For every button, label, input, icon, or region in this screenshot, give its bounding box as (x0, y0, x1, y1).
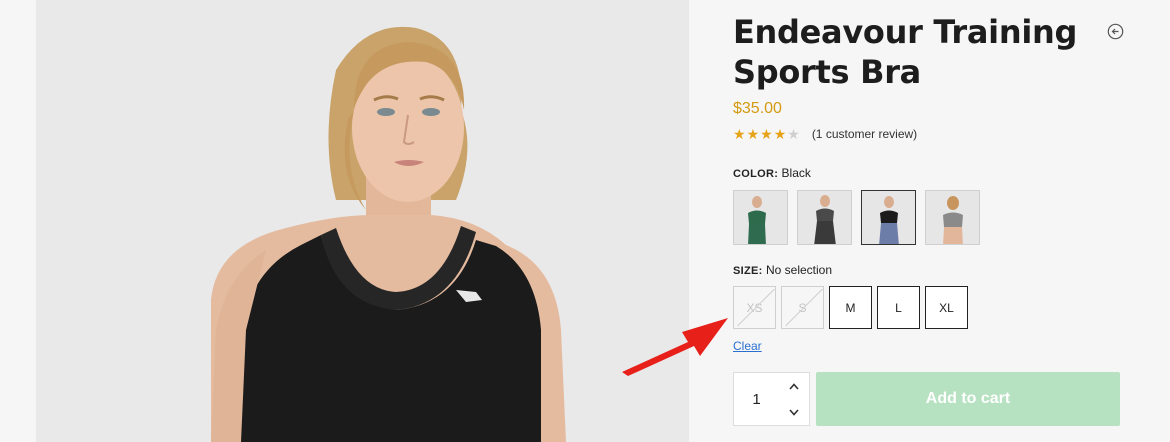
product-image[interactable] (36, 0, 689, 442)
chevron-up-icon[interactable] (779, 373, 809, 399)
circle-arrow-left-icon[interactable] (1107, 23, 1124, 40)
swatch-thumbnail (926, 191, 979, 244)
product-title: Endeavour Training Sports Bra (733, 13, 1078, 91)
add-to-cart-button[interactable]: Add to cart (816, 372, 1120, 426)
star-icon: ★ (773, 126, 787, 142)
size-label: SIZE: No selection (733, 263, 832, 277)
size-option-l[interactable]: L (877, 286, 920, 329)
star-icon: ★ (733, 126, 746, 142)
size-option-xs[interactable]: XS (733, 286, 776, 329)
star-icon: ★ (787, 126, 800, 142)
swatch-thumbnail (734, 191, 787, 244)
quantity-arrows (779, 373, 809, 425)
color-selected-value: Black (781, 166, 811, 180)
swatch-black[interactable] (861, 190, 916, 245)
color-label-key: COLOR: (733, 168, 779, 180)
swatch-thumbnail (798, 191, 851, 244)
quantity-input[interactable]: 1 (734, 373, 779, 425)
chevron-down-icon[interactable] (779, 399, 809, 425)
swatch-green[interactable] (733, 190, 788, 245)
swatch-grey[interactable] (925, 190, 980, 245)
product-summary: Endeavour Training Sports Bra $35.00 ★ ★… (733, 0, 1133, 442)
size-options: XS S M L XL (733, 286, 968, 329)
star-icon: ★ (760, 126, 773, 142)
star-icon: ★ (746, 126, 760, 142)
size-selected-value: No selection (765, 263, 833, 277)
size-option-m[interactable]: M (829, 286, 872, 329)
product-rating: ★ ★ ★ ★ ★ (1 customer review) (733, 127, 917, 141)
product-price: $35.00 (733, 100, 782, 117)
review-count-link[interactable]: (1 customer review) (812, 127, 917, 141)
quantity-stepper[interactable]: 1 (733, 372, 810, 426)
color-swatches (733, 190, 980, 245)
annotation-arrow-icon (622, 318, 728, 376)
model-photo (36, 0, 689, 442)
size-option-s[interactable]: S (781, 286, 824, 329)
color-label: COLOR: Black (733, 166, 811, 180)
swatch-charcoal[interactable] (797, 190, 852, 245)
size-option-xl[interactable]: XL (925, 286, 968, 329)
clear-selection-link[interactable]: Clear (733, 339, 762, 353)
swatch-thumbnail (862, 191, 915, 244)
size-label-key: SIZE: (733, 265, 763, 277)
rating-stars: ★ ★ ★ ★ ★ (733, 127, 800, 141)
